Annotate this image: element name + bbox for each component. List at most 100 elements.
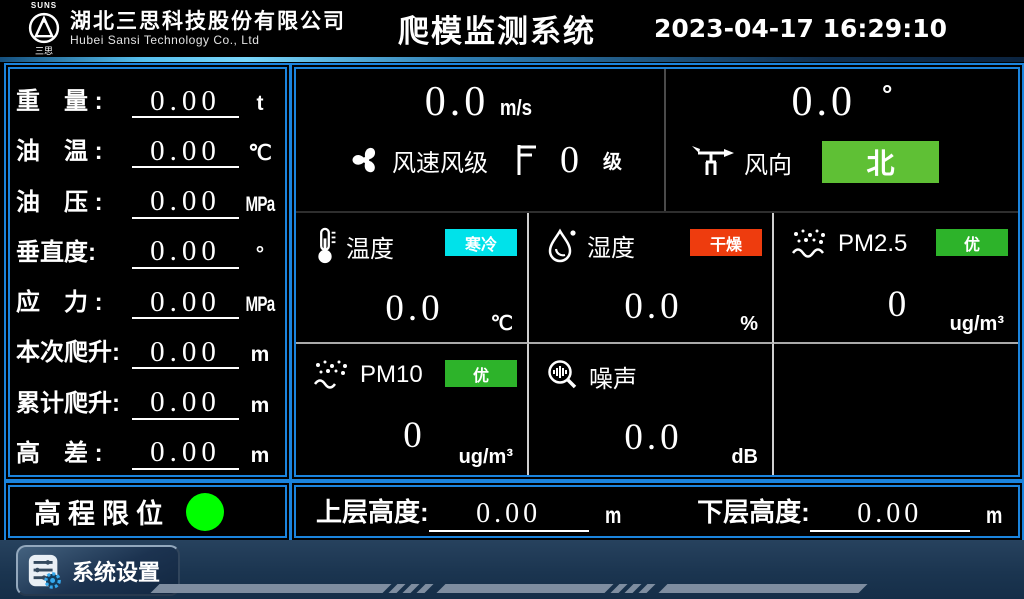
metric-value: 0.00 (132, 287, 239, 319)
company-logo: SUNS 三思 (26, 2, 62, 56)
metrics-panel: 重 量 : 0.00 t 油 温 : 0.00 ℃ 油 压 : 0.00 MPa… (4, 63, 291, 481)
elevation-limit-box: 高程限位 (4, 481, 291, 542)
metric-value: 0.00 (132, 236, 239, 268)
metric-label: 累计爬升: (16, 383, 132, 420)
sensor-cell-empty (774, 344, 1018, 475)
footer-decor-stripe (155, 584, 863, 593)
status-badge: 优 (445, 360, 517, 387)
elevation-limit-label: 高程限位 (34, 492, 170, 531)
settings-sliders-gear-icon (26, 552, 64, 590)
wind-direction-label: 风向 (744, 145, 792, 180)
metric-label: 重 量 : (16, 81, 132, 118)
wind-direction-unit: ° (882, 79, 892, 110)
metric-value: 0.00 (132, 437, 239, 469)
sensor-cell-noise: 噪声 0.0 dB (529, 344, 774, 475)
metric-value: 0.00 (132, 136, 239, 168)
metric-label: 油 温 : (16, 131, 132, 168)
upper-height-label: 上层高度: (316, 492, 429, 532)
metric-row-height-difference: 高 差 : 0.00 m (16, 426, 281, 470)
wind-direction-reading: 北 (822, 141, 939, 183)
metric-value: 0.00 (132, 86, 239, 118)
sensor-value: 0.0 (545, 285, 762, 328)
sensor-unit: ug/m³ (459, 446, 513, 469)
sensor-label: 噪声 (589, 359, 637, 394)
wind-direction-value: 0.0 (792, 81, 857, 123)
logo-emblem-icon (26, 10, 62, 46)
metric-unit: ° (239, 243, 281, 269)
wind-scale-label: 风速风级 (392, 143, 488, 178)
sensor-cell-pm25: PM2.5 优 0 ug/m³ (774, 213, 1018, 344)
droplet-icon (545, 227, 579, 263)
metric-value: 0.00 (132, 337, 239, 369)
page-title: 爬模监测系统 (398, 6, 596, 51)
sensor-value: 0.0 (545, 416, 762, 459)
lower-height-value: 0.00 (810, 499, 970, 532)
company-name-cn: 湖北三思科技股份有限公司 (70, 10, 346, 34)
fan-icon (348, 142, 384, 178)
sensor-unit: ug/m³ (950, 313, 1004, 336)
metric-row-verticality: 垂直度: 0.00 ° (16, 225, 281, 269)
sensor-label: 温度 (346, 229, 394, 264)
metric-row-total-climb: 累计爬升: 0.00 m (16, 376, 281, 420)
wind-speed-value: 0.0 (425, 81, 490, 123)
wind-scale-unit: 级 (603, 147, 622, 174)
metric-row-current-climb: 本次爬升: 0.00 m (16, 325, 281, 369)
metric-unit: MPa (245, 193, 275, 219)
logo-text-top: SUNS (31, 2, 57, 10)
metric-label: 垂直度: (16, 232, 132, 269)
environment-panel: 0.0 m/s 风速风级 (290, 63, 1024, 481)
upper-height-field: 上层高度: 0.00 m (316, 492, 623, 532)
metric-row-oil-temp: 油 温 : 0.00 ℃ (16, 124, 281, 168)
metric-row-weight: 重 量 : 0.00 t (16, 74, 281, 118)
sensor-unit: ℃ (491, 311, 513, 336)
particles-icon (312, 358, 352, 392)
sensor-cell-humidity: 湿度 干燥 0.0 % (529, 213, 774, 344)
sensor-cell-temperature: 温度 寒冷 0.0 ℃ (296, 213, 529, 344)
metric-row-oil-pressure: 油 压 : 0.00 MPa (16, 175, 281, 219)
status-badge: 寒冷 (445, 229, 517, 256)
lower-height-field: 下层高度: 0.00 m (697, 492, 1004, 532)
metric-value: 0.00 (132, 186, 239, 218)
logo-text-bottom: 三思 (35, 47, 53, 56)
metric-row-stress: 应 力 : 0.00 MPa (16, 275, 281, 319)
lower-height-unit: m (986, 502, 1002, 532)
wind-speed-block: 0.0 m/s 风速风级 (296, 69, 666, 211)
footer-bar: 系统设置 (0, 540, 1024, 599)
metric-label: 高 差 : (16, 433, 132, 470)
sensor-value: 0.0 (312, 287, 517, 330)
metric-unit: MPa (245, 293, 275, 319)
upper-height-value: 0.00 (429, 499, 589, 532)
noise-meter-icon (545, 358, 581, 394)
datetime-display: 2023-04-17 16:29:10 (654, 14, 947, 43)
particles-icon (790, 227, 830, 261)
metric-unit: ℃ (239, 141, 281, 168)
wind-speed-unit: m/s (500, 95, 532, 121)
layer-heights-box: 上层高度: 0.00 m 下层高度: 0.00 m (290, 481, 1024, 542)
monitoring-screen: SUNS 三思 湖北三思科技股份有限公司 Hubei Sansi Technol… (0, 0, 1024, 599)
elevation-limit-status-light (186, 493, 224, 531)
wind-scale-value: 0 (560, 141, 579, 179)
status-badge: 优 (936, 229, 1008, 256)
metric-unit: m (239, 444, 281, 470)
metric-unit: m (239, 394, 281, 420)
wind-section: 0.0 m/s 风速风级 (296, 69, 1018, 211)
wind-flag-icon (514, 142, 538, 178)
metric-label: 应 力 : (16, 282, 132, 319)
header-divider (0, 57, 1024, 62)
lower-height-label: 下层高度: (697, 492, 810, 532)
metric-label: 油 压 : (16, 182, 132, 219)
wind-vane-icon (690, 144, 736, 180)
header: SUNS 三思 湖北三思科技股份有限公司 Hubei Sansi Technol… (0, 0, 1024, 57)
sensor-label: PM2.5 (838, 230, 907, 258)
sensor-cell-pm10: PM10 优 0 ug/m³ (296, 344, 529, 475)
metric-label: 本次爬升: (16, 332, 132, 369)
sensor-unit: dB (731, 446, 758, 469)
settings-button-label: 系统设置 (72, 555, 160, 587)
status-badge: 干燥 (690, 229, 762, 256)
metric-unit: m (239, 343, 281, 369)
sensor-unit: % (740, 313, 758, 336)
wind-direction-block: 0.0 ° (666, 69, 1018, 211)
sensor-label: 湿度 (587, 228, 635, 263)
company-name-en: Hubei Sansi Technology Co., Ltd (70, 34, 346, 48)
upper-height-unit: m (605, 502, 621, 532)
